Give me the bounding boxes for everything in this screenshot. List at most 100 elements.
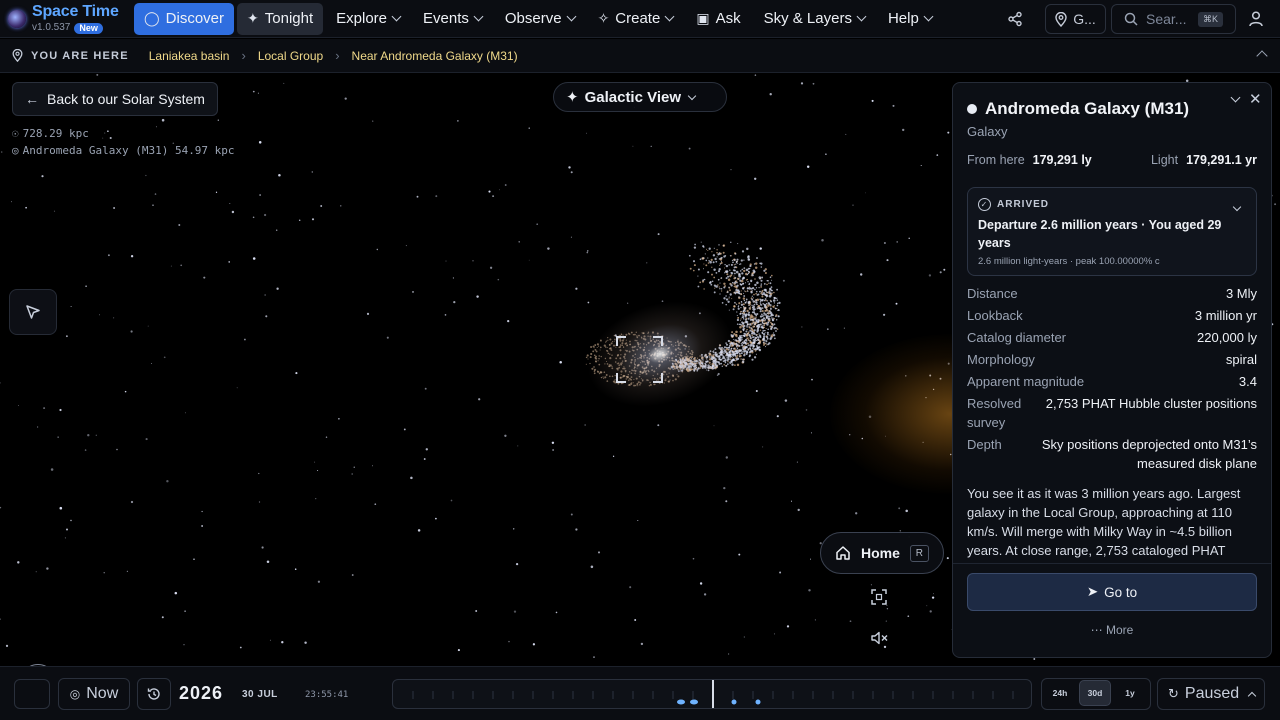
breadcrumb-item[interactable]: Laniakea basin [149, 49, 230, 63]
now-label: Now [86, 685, 119, 702]
map-pin-icon [12, 49, 23, 62]
pointer-tool-button[interactable] [9, 289, 57, 335]
readout-target: ◎ Andromeda Galaxy (M31) 54.97 kpc [12, 144, 235, 157]
fact-row: Apparent magnitude 3.4 [967, 374, 1257, 389]
journey-status-label: ARRIVED [997, 199, 1050, 210]
arrow-left-icon: ← [25, 91, 39, 107]
object-info-panel: Andromeda Galaxy (M31) ✕ Galaxy From her… [952, 82, 1272, 658]
more-dots-icon: ⋯ [1090, 623, 1103, 637]
chevron-down-icon [923, 11, 934, 22]
light-value: 179,291.1 yr [1186, 153, 1257, 167]
object-dot-icon [967, 104, 977, 114]
top-navigation: Space Time v1.0.537 New ◯ Discover ✦ Ton… [0, 0, 1280, 38]
go-to-button[interactable]: ➤ Go to [967, 573, 1257, 611]
breadcrumb-item[interactable]: Near Andromeda Galaxy (M31) [352, 49, 518, 63]
origin-icon: ☉ [12, 127, 19, 140]
breadcrumb-item[interactable]: Local Group [258, 49, 323, 63]
light-label: Light [1150, 153, 1179, 167]
from-here-label: From here [967, 153, 1025, 167]
current-year: 2026 [179, 683, 224, 703]
history-button[interactable] [137, 678, 171, 710]
search-input[interactable]: Sear... ⌘K [1111, 4, 1236, 34]
history-icon [147, 688, 160, 700]
nav-help[interactable]: Help [878, 3, 942, 35]
chevron-up-icon [1247, 691, 1257, 700]
home-shortcut: R [909, 544, 929, 562]
time-panel-toggle[interactable] [14, 679, 50, 709]
chevron-up-icon[interactable] [1256, 50, 1268, 62]
rocket-icon: ➤ [1086, 584, 1099, 599]
range-1y-button[interactable]: 1y [1114, 680, 1146, 706]
fullscreen-button[interactable] [870, 588, 894, 610]
fact-row: Catalog diameter 220,000 ly [967, 330, 1257, 345]
share-button[interactable] [1000, 4, 1030, 34]
chevron-down-icon [664, 11, 675, 22]
nav-ask-label: Ask [715, 10, 741, 27]
chevron-down-icon [687, 91, 697, 100]
now-button[interactable]: ◎ Now [58, 678, 130, 710]
nav-ask[interactable]: ▣ Ask [686, 3, 750, 35]
current-time: 23:55:41 [305, 690, 349, 700]
search-shortcut: ⌘K [1197, 11, 1223, 27]
fullscreen-icon [871, 589, 887, 605]
journey-status: ✓ ARRIVED [978, 198, 1246, 211]
target-reticle[interactable] [616, 336, 663, 383]
nav-create-label: Create [615, 10, 661, 27]
mute-button[interactable] [870, 630, 894, 652]
nav-tonight[interactable]: ✦ Tonight [237, 2, 324, 35]
nav-observe-label: Observe [504, 10, 562, 27]
journey-subline: 2.6 million light-years · peak 100.00000… [978, 256, 1160, 267]
play-pause-button[interactable]: ↻ Paused [1157, 678, 1265, 710]
fact-list: Distance 3 Mly Lookback 3 million yr Catal… [967, 284, 1257, 476]
timeline-scrubber[interactable] [392, 679, 1032, 709]
current-date: 30 JUL [242, 689, 278, 700]
chevron-down-icon [856, 11, 867, 22]
account-button[interactable] [1243, 4, 1269, 34]
from-here-value: 179,291 ly [1032, 153, 1092, 167]
nav-tonight-label: Tonight [264, 10, 314, 27]
chevron-right-icon: › [241, 48, 246, 63]
object-name: Andromeda Galaxy (M31) [985, 99, 1190, 118]
user-icon [1249, 11, 1263, 27]
distance-row: From here 179,291 ly Light 179,291.1 yr [967, 153, 1257, 167]
object-header: Andromeda Galaxy (M31) [967, 99, 1189, 119]
chevron-right-icon: › [335, 48, 340, 63]
nav-sky-layers[interactable]: Sky & Layers [754, 3, 875, 35]
distance-readouts: ☉ 728.29 kpc ◎ Andromeda Galaxy (M31) 54.9… [12, 125, 235, 159]
view-selector[interactable]: ✦ Galactic View [553, 82, 727, 112]
pause-spinner-icon: ↻ [1168, 686, 1179, 701]
nav-sky-layers-label: Sky & Layers [763, 10, 852, 27]
cursor-icon [26, 305, 40, 319]
app-logo[interactable]: Space Time v1.0.537 New [0, 0, 132, 38]
back-label: Back to our Solar System [47, 91, 205, 107]
location-label: G... [1073, 11, 1096, 27]
close-icon[interactable]: ✕ [1249, 90, 1262, 108]
magic-wand-icon: ✧ [597, 10, 610, 26]
nav-observe[interactable]: Observe [495, 3, 585, 35]
range-24h-button[interactable]: 24h [1044, 680, 1076, 706]
you-are-here: YOU ARE HERE [12, 49, 129, 62]
time-controls: ◎ Now 2026 30 JUL 23:55:41 24h 30d 1y ↻ … [0, 666, 1280, 720]
fact-row: Distance 3 Mly [967, 286, 1257, 301]
fact-row: Depth Sky positions deprojected onto M31’… [967, 437, 1257, 471]
divider [953, 563, 1271, 564]
planet-logo-icon [8, 9, 26, 28]
new-badge: New [74, 22, 103, 34]
home-button[interactable]: Home R [820, 532, 944, 574]
chevron-down-icon [391, 11, 402, 22]
fact-row: Morphology spiral [967, 352, 1257, 367]
location-button[interactable]: G... [1045, 4, 1106, 34]
breadcrumb: YOU ARE HERE Laniakea basin › Local Grou… [0, 39, 1280, 73]
range-30d-button[interactable]: 30d [1079, 680, 1111, 706]
back-to-solar-system-button[interactable]: ← Back to our Solar System [12, 82, 218, 116]
journey-card[interactable]: ✓ ARRIVED Departure 2.6 million years · … [967, 187, 1257, 276]
compass-icon: ◯ [144, 10, 160, 26]
app-version: v1.0.537 [32, 22, 71, 33]
more-button[interactable]: ⋯ More [967, 623, 1257, 637]
nav-events[interactable]: Events [413, 3, 492, 35]
app-title: Space Time [32, 2, 119, 20]
nav-discover[interactable]: ◯ Discover [134, 2, 235, 35]
nav-create[interactable]: ✧ Create [588, 3, 684, 35]
nav-explore[interactable]: Explore [326, 3, 410, 35]
collapse-panel-chevron-icon[interactable] [1230, 92, 1241, 103]
